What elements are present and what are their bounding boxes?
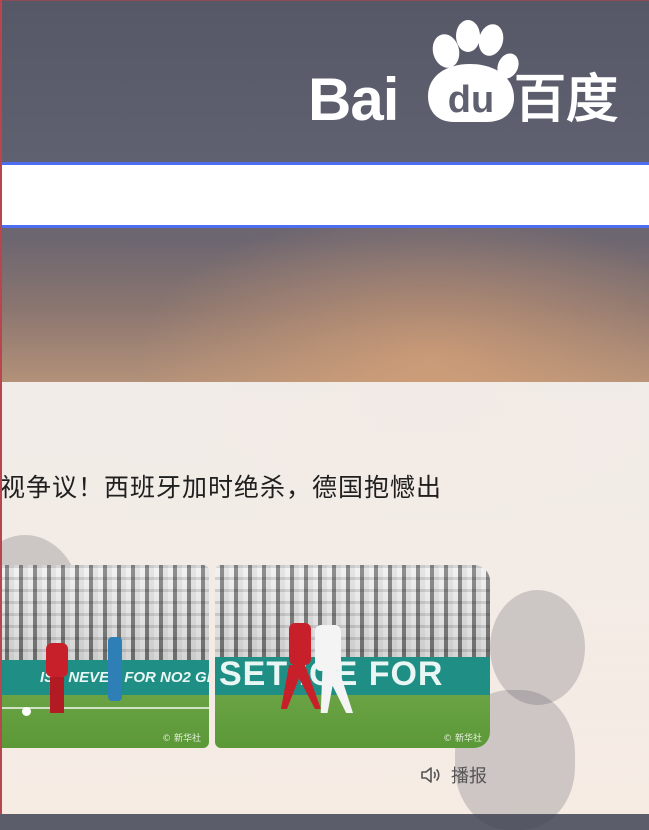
ad-board: ISE NEVER FOR NO2 GLOBALLY bbox=[0, 660, 209, 695]
ad-board: SET ICE FOR bbox=[215, 657, 490, 695]
crowd-rows bbox=[0, 565, 209, 660]
speaker-icon bbox=[421, 767, 440, 783]
search-input[interactable] bbox=[0, 165, 649, 225]
crowd-rows bbox=[215, 565, 490, 660]
player-white bbox=[315, 625, 341, 671]
player-red bbox=[289, 623, 311, 665]
window-top-border bbox=[0, 0, 649, 1]
news-photo-2[interactable]: SET ICE FOR © 新华社 bbox=[215, 565, 490, 748]
logo-latin-text: Bai bbox=[308, 66, 399, 133]
pitch-line bbox=[0, 707, 209, 709]
player-red bbox=[46, 643, 68, 677]
broadcast-button[interactable]: 播报 bbox=[419, 763, 487, 787]
photo-watermark: © 新华社 bbox=[443, 734, 482, 744]
broadcast-label: 播报 bbox=[451, 766, 487, 787]
news-headline[interactable]: 视争议！西班牙加时绝杀，德国抱憾出 bbox=[0, 468, 442, 504]
player-red-legs bbox=[50, 677, 64, 713]
news-photo-1[interactable]: ISE NEVER FOR NO2 GLOBALLY © 新华社 bbox=[0, 565, 209, 748]
search-box[interactable] bbox=[0, 162, 649, 228]
logo-du-text: du bbox=[448, 79, 494, 121]
paw-icon: du bbox=[428, 20, 519, 122]
window-left-border bbox=[0, 0, 2, 814]
referee bbox=[108, 637, 122, 701]
logo-chinese-text: 百度 bbox=[514, 70, 619, 130]
ball bbox=[22, 707, 31, 716]
baidu-logo[interactable]: Bai du 百度 bbox=[306, 18, 636, 133]
background-silhouette-right bbox=[490, 590, 585, 705]
photo-watermark: © 新华社 bbox=[162, 734, 201, 744]
